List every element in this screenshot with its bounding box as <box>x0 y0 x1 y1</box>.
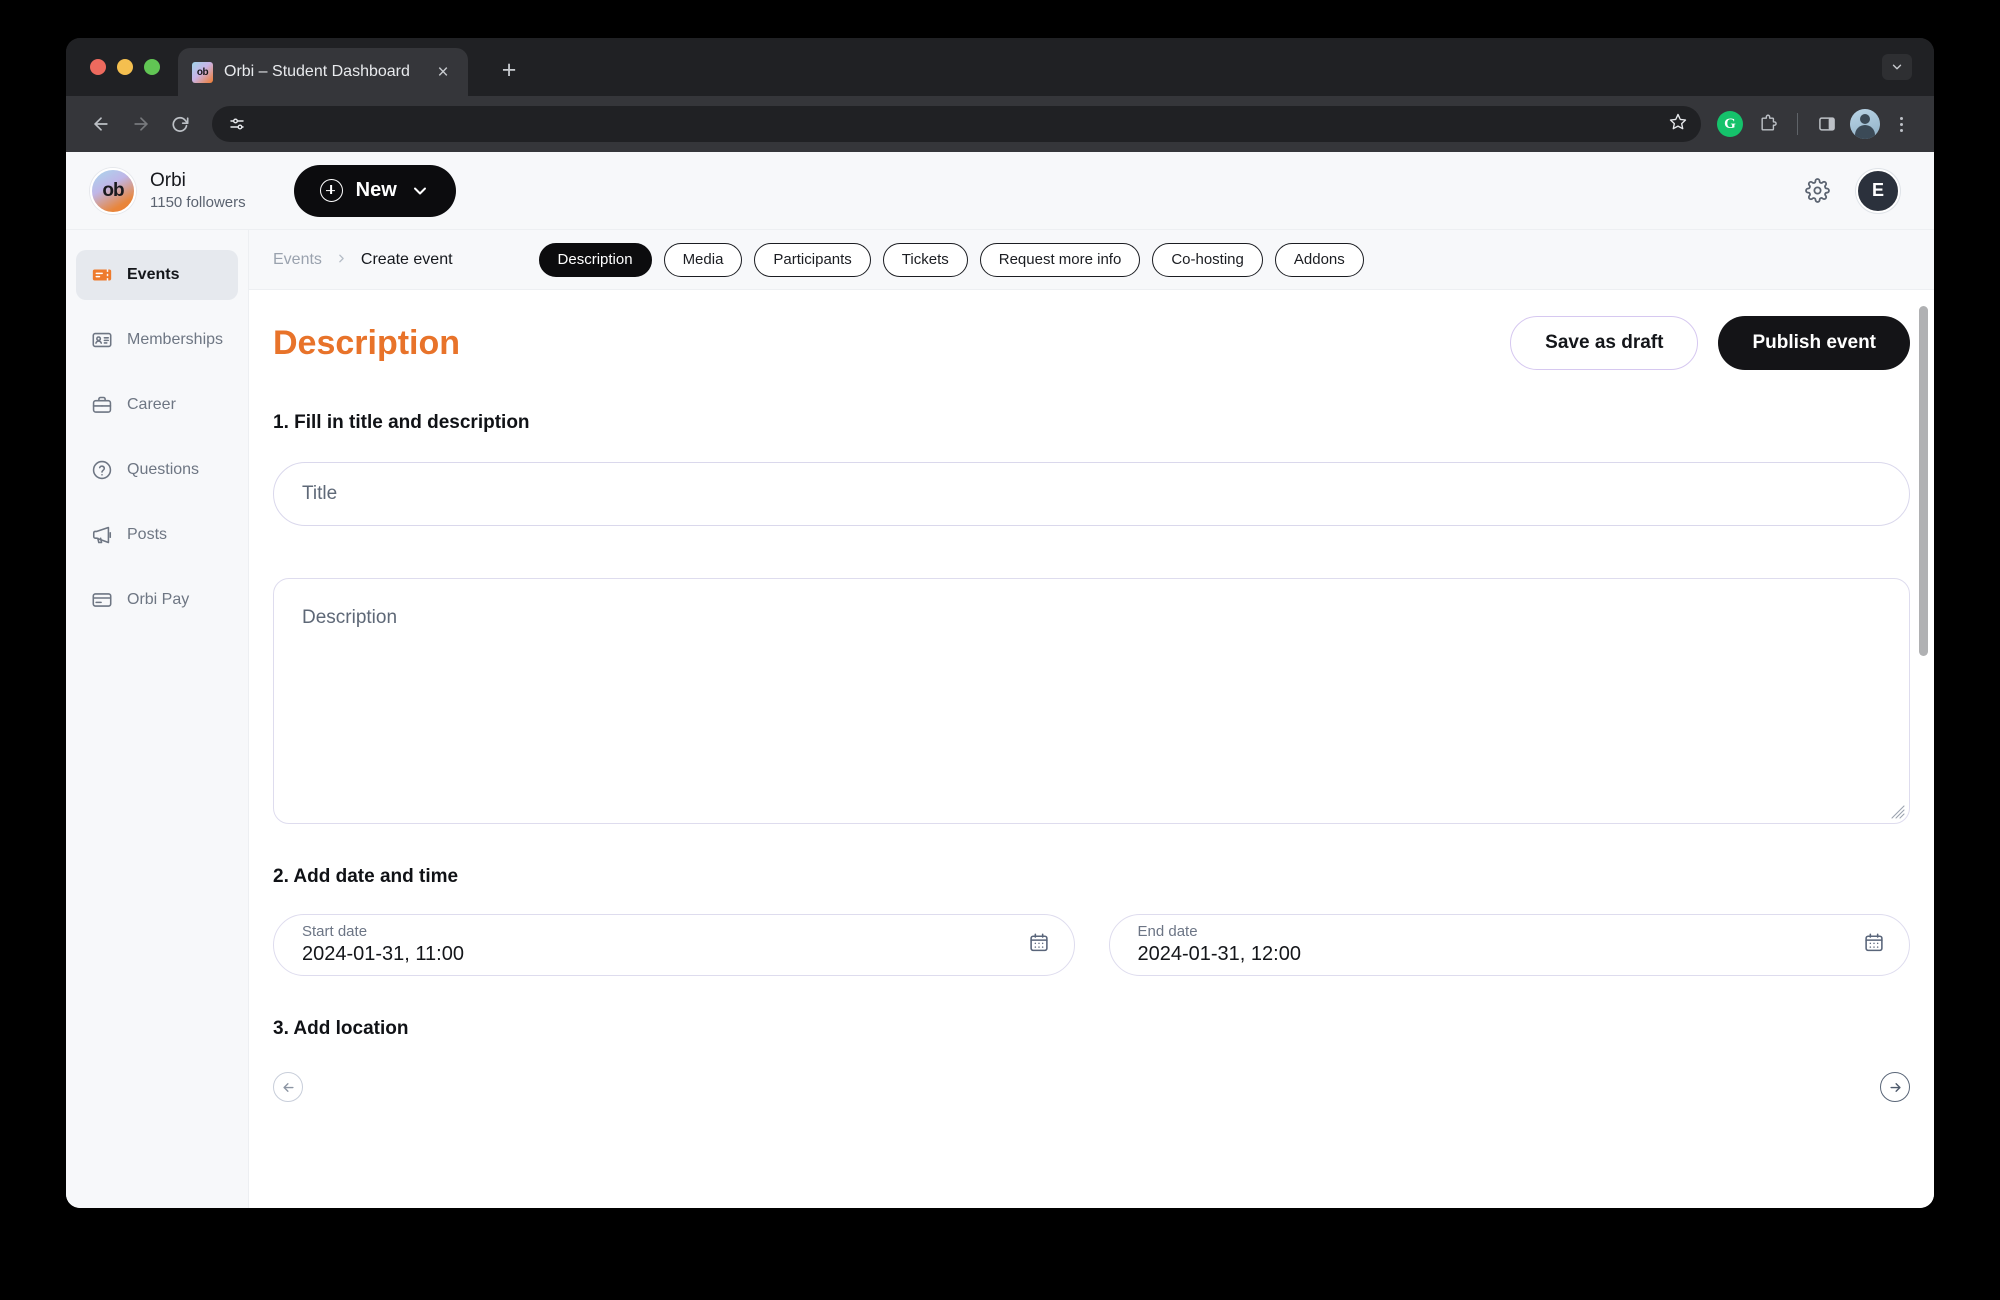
calendar-icon[interactable] <box>1028 932 1050 959</box>
start-date-label: Start date <box>302 922 368 940</box>
new-tab-button[interactable]: + <box>494 55 524 85</box>
toolbar-divider <box>1797 113 1798 135</box>
breadcrumb: Events Create event <box>273 251 453 269</box>
tab-co-hosting[interactable]: Co-hosting <box>1152 242 1263 277</box>
sidebar-item-memberships[interactable]: Memberships <box>76 315 238 365</box>
megaphone-icon <box>90 524 113 547</box>
section-tabs: Description Media Participants Tickets R… <box>538 242 1364 277</box>
reload-icon[interactable] <box>164 107 198 141</box>
start-date-input[interactable]: Start date 2024-01-31, 11:00 <box>273 914 1075 976</box>
tab-participants[interactable]: Participants <box>754 242 871 277</box>
extensions-puzzle-icon[interactable] <box>1751 107 1785 141</box>
title-input[interactable]: Title <box>273 462 1910 526</box>
step-navigation <box>273 1072 1910 1132</box>
publish-event-button[interactable]: Publish event <box>1718 316 1910 370</box>
gear-icon[interactable] <box>1798 172 1836 210</box>
title-input-placeholder: Title <box>302 483 338 504</box>
browser-window: Orbi – Student Dashboard × + <box>66 38 1934 1208</box>
orbi-logo: ob <box>90 167 136 214</box>
browser-tab-title: Orbi – Student Dashboard <box>224 63 410 80</box>
browser-tabstrip: Orbi – Student Dashboard × + <box>66 38 1934 96</box>
new-button-label: New <box>355 179 397 201</box>
new-button[interactable]: New <box>293 164 456 217</box>
sidebar-item-label: Orbi Pay <box>127 591 190 608</box>
page-title: Description <box>273 323 461 362</box>
web-app: ob Orbi 1150 followers New E Events Memb… <box>66 152 1934 1208</box>
chrome-menu-icon[interactable] <box>1886 109 1916 139</box>
toolbar-right-cluster: G <box>1713 107 1916 141</box>
grammarly-extension-icon[interactable]: G <box>1713 107 1747 141</box>
end-date-input[interactable]: End date 2024-01-31, 12:00 <box>1108 914 1910 976</box>
maximize-window-button[interactable] <box>144 59 160 75</box>
close-icon[interactable]: × <box>432 61 454 83</box>
browser-toolbar: G <box>66 96 1934 152</box>
side-panel-icon[interactable] <box>1810 107 1844 141</box>
tabs-bar: Events Create event Description Media Pa… <box>249 230 1934 290</box>
textarea-resize-handle[interactable] <box>1891 805 1905 819</box>
sidebar-item-posts[interactable]: Posts <box>76 510 238 560</box>
content-area: Events Create event Description Media Pa… <box>249 230 1934 1208</box>
forward-icon[interactable] <box>124 107 158 141</box>
tab-request-more-info[interactable]: Request more info <box>979 242 1141 277</box>
save-as-draft-button[interactable]: Save as draft <box>1510 316 1699 370</box>
next-step-arrow[interactable] <box>1880 1072 1910 1102</box>
breadcrumb-parent[interactable]: Events <box>273 251 322 269</box>
breadcrumb-current: Create event <box>360 250 453 268</box>
plus-circle-icon <box>319 179 343 202</box>
address-bar[interactable] <box>212 106 1701 142</box>
window-traffic-lights <box>90 59 160 75</box>
bookmark-star-icon[interactable] <box>1669 113 1687 136</box>
user-avatar[interactable]: E <box>1856 168 1900 213</box>
start-date-value: 2024-01-31, 11:00 <box>302 943 464 966</box>
section-title-add-location: 3. Add location <box>273 1018 409 1039</box>
brand-followers: 1150 followers <box>150 193 246 211</box>
ticket-icon <box>90 264 113 287</box>
tab-addons[interactable]: Addons <box>1274 242 1364 277</box>
app-header: ob Orbi 1150 followers New E <box>66 152 1934 230</box>
sidebar-item-events[interactable]: Events <box>76 250 238 300</box>
section-title-add-date-time: 2. Add date and time <box>273 866 459 887</box>
vertical-scrollbar[interactable] <box>1919 306 1928 656</box>
site-settings-icon[interactable] <box>228 115 246 133</box>
question-circle-icon <box>90 459 113 482</box>
chevron-right-icon <box>335 252 348 268</box>
id-card-icon <box>90 329 113 352</box>
orbi-favicon <box>192 61 213 83</box>
chevron-down-icon <box>410 181 430 201</box>
tab-description[interactable]: Description <box>538 242 652 277</box>
browser-profile-avatar[interactable] <box>1848 107 1882 141</box>
minimize-window-button[interactable] <box>117 59 133 75</box>
tab-list-chevron-icon[interactable] <box>1882 54 1912 80</box>
previous-step-arrow[interactable] <box>273 1072 303 1102</box>
close-window-button[interactable] <box>90 59 106 75</box>
credit-card-icon <box>90 589 113 612</box>
browser-tab[interactable]: Orbi – Student Dashboard × <box>178 48 468 96</box>
sidebar-item-questions[interactable]: Questions <box>76 445 238 495</box>
sidebar-item-label: Posts <box>127 526 168 543</box>
sidebar-item-label: Questions <box>127 461 200 478</box>
tab-tickets[interactable]: Tickets <box>882 242 968 277</box>
sidebar-item-orbi-pay[interactable]: Orbi Pay <box>76 575 238 625</box>
description-textarea-placeholder: Description <box>302 607 398 628</box>
app-body: Events Memberships Career Questions Post… <box>66 230 1934 1208</box>
sidebar-item-label: Memberships <box>127 331 224 348</box>
sidebar: Events Memberships Career Questions Post… <box>66 230 249 1208</box>
sidebar-item-label: Career <box>127 396 176 413</box>
sidebar-item-career[interactable]: Career <box>76 380 238 430</box>
page-head: Description Save as draft Publish event <box>273 290 1910 370</box>
section-title-fill-title-description: 1. Fill in title and description <box>273 412 530 433</box>
form-scroll-area: Description Save as draft Publish event … <box>249 290 1934 1208</box>
brand-name: Orbi <box>150 169 186 191</box>
end-date-value: 2024-01-31, 12:00 <box>1137 943 1301 966</box>
brand-block[interactable]: ob Orbi 1150 followers <box>90 167 246 214</box>
description-textarea[interactable]: Description <box>273 578 1910 824</box>
sidebar-item-label: Events <box>127 266 180 283</box>
back-icon[interactable] <box>84 107 118 141</box>
end-date-label: End date <box>1137 922 1198 940</box>
briefcase-icon <box>90 394 113 417</box>
calendar-icon[interactable] <box>1863 932 1885 959</box>
date-row: Start date 2024-01-31, 11:00 End date 20… <box>273 914 1910 976</box>
tab-media[interactable]: Media <box>663 242 743 277</box>
